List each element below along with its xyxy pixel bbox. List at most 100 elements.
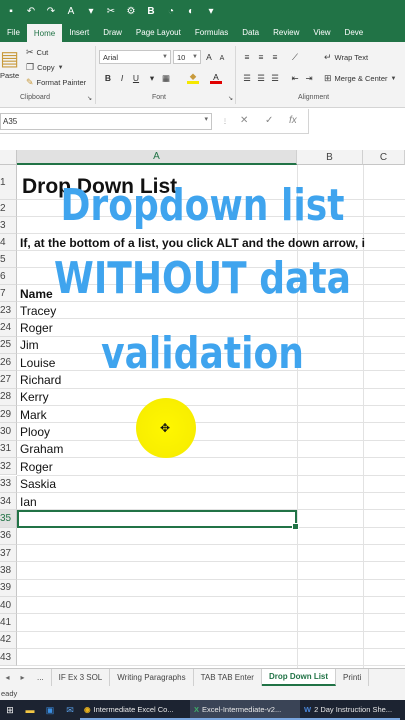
row-header[interactable]: 26 bbox=[0, 354, 17, 372]
row-header[interactable]: 31 bbox=[0, 440, 17, 459]
row-header[interactable]: 43 bbox=[0, 649, 17, 667]
chevron-down-icon[interactable]: ▾ bbox=[146, 72, 158, 84]
sheet-tab[interactable]: Writing Paragraphs bbox=[110, 669, 194, 686]
format-painter-button[interactable]: ✎ Format Painter bbox=[26, 77, 86, 88]
paste-button[interactable]: ▤ Paste bbox=[0, 46, 19, 80]
row-header[interactable]: 34 bbox=[0, 492, 17, 511]
taskbar-app[interactable]: W2 Day Instruction She... bbox=[300, 700, 400, 720]
active-cell[interactable] bbox=[17, 510, 299, 530]
tab-formulas[interactable]: Formulas bbox=[188, 22, 235, 42]
windows-icon[interactable]: ⊞ bbox=[0, 700, 20, 720]
cell-value[interactable]: Ian bbox=[20, 493, 37, 510]
row-header[interactable]: 38 bbox=[0, 562, 17, 580]
row-header[interactable]: 24 bbox=[0, 319, 17, 337]
row-header[interactable]: 40 bbox=[0, 596, 17, 615]
copy-button[interactable]: ❐ Copy ▼ bbox=[26, 62, 64, 73]
align-right-icon[interactable]: ☰ bbox=[269, 72, 281, 84]
row-header[interactable]: 3 bbox=[0, 217, 17, 234]
insert-function-icon[interactable]: fx bbox=[289, 115, 297, 126]
align-bottom-icon[interactable]: ≡ bbox=[269, 51, 281, 63]
row-header[interactable]: 42 bbox=[0, 631, 17, 649]
orientation-icon[interactable]: ⟋ bbox=[289, 51, 301, 63]
mail-icon[interactable]: ✉ bbox=[60, 700, 80, 720]
name-box[interactable]: A35 ▾ bbox=[0, 113, 212, 130]
increase-font-icon[interactable]: A bbox=[203, 51, 215, 63]
row-header[interactable]: 28 bbox=[0, 388, 17, 407]
column-header-c[interactable]: C bbox=[363, 150, 405, 165]
font-size-select[interactable]: 10 ▼ bbox=[173, 50, 201, 64]
cell-value[interactable]: Saskia bbox=[20, 476, 56, 493]
align-top-icon[interactable]: ≡ bbox=[241, 51, 253, 63]
tab-page-layout[interactable]: Page Layout bbox=[129, 22, 188, 42]
taskbar-app[interactable]: ◉ Intermediate Excel Co... bbox=[80, 700, 190, 720]
italic-button[interactable]: I bbox=[116, 72, 128, 84]
align-center-icon[interactable]: ☰ bbox=[255, 72, 267, 84]
align-middle-icon[interactable]: ≡ bbox=[255, 51, 267, 63]
cell-value[interactable]: Plooy bbox=[20, 423, 50, 440]
taskbar-app[interactable]: X Excel-Intermediate-v2... bbox=[190, 700, 300, 720]
row-header[interactable]: 36 bbox=[0, 527, 17, 545]
row-header[interactable]: 27 bbox=[0, 371, 17, 389]
sheet-tab[interactable]: ... bbox=[30, 669, 52, 686]
next-sheet-icon[interactable]: ▸ bbox=[15, 669, 30, 686]
merge-center-button[interactable]: ⊞ Merge & Center ▼ bbox=[324, 73, 396, 84]
save-icon[interactable]: ▪ bbox=[4, 4, 18, 18]
tool-icon[interactable]: ⚙ bbox=[124, 4, 138, 18]
cell-value[interactable]: Graham bbox=[20, 441, 63, 458]
cell-value[interactable]: Kerry bbox=[20, 389, 49, 406]
row-header[interactable]: 37 bbox=[0, 544, 17, 563]
row-header[interactable]: 35 bbox=[0, 510, 17, 528]
increase-indent-icon[interactable]: ⇥ bbox=[303, 72, 315, 84]
row-header[interactable]: 23 bbox=[0, 302, 17, 320]
enter-icon[interactable]: ✓ bbox=[265, 115, 273, 126]
decrease-indent-icon[interactable]: ⇤ bbox=[289, 72, 301, 84]
row-header[interactable]: 7 bbox=[0, 285, 17, 302]
borders-icon[interactable]: ▦ bbox=[160, 72, 172, 84]
wrap-text-button[interactable]: ↵ Wrap Text bbox=[324, 52, 368, 63]
tab-deve[interactable]: Deve bbox=[338, 22, 371, 42]
decrease-font-icon[interactable]: A bbox=[216, 52, 228, 64]
font-name-select[interactable]: Arial ▼ bbox=[99, 50, 171, 64]
row-header[interactable]: 39 bbox=[0, 579, 17, 597]
clock-icon[interactable]: ◔ bbox=[164, 4, 178, 18]
column-header-a[interactable]: A bbox=[17, 150, 297, 165]
tab-data[interactable]: Data bbox=[235, 22, 266, 42]
more-icon[interactable]: ▾ bbox=[204, 4, 218, 18]
row-header[interactable]: 1 bbox=[0, 165, 17, 200]
cut-button[interactable]: ✂ Cut bbox=[26, 47, 48, 58]
font-color-icon[interactable]: A bbox=[210, 72, 222, 84]
sheet-tab[interactable]: TAB TAB Enter bbox=[194, 669, 262, 686]
tab-home[interactable]: Home bbox=[26, 24, 63, 42]
tab-view[interactable]: View bbox=[306, 22, 337, 42]
dialog-launcher-icon[interactable]: ↘ bbox=[228, 95, 233, 102]
theme-icon[interactable]: ◐ bbox=[184, 4, 198, 18]
cell-value[interactable]: If, at the bottom of a list, you click A… bbox=[20, 234, 365, 251]
underline-button[interactable]: U bbox=[130, 72, 142, 84]
sheet-tab[interactable]: Drop Down List bbox=[261, 669, 337, 686]
row-header[interactable]: 29 bbox=[0, 406, 17, 424]
tab-file[interactable]: File bbox=[0, 22, 27, 42]
file-explorer-icon[interactable]: ▬ bbox=[20, 700, 40, 720]
bold-qat-icon[interactable]: B bbox=[144, 4, 158, 18]
cancel-icon[interactable]: ✕ bbox=[240, 115, 248, 126]
row-header[interactable]: 33 bbox=[0, 475, 17, 493]
customize-icon[interactable]: ▾ bbox=[84, 4, 98, 18]
fill-color-icon[interactable]: ◆ bbox=[187, 71, 199, 84]
row-header[interactable]: 30 bbox=[0, 423, 17, 441]
column-header-b[interactable]: B bbox=[297, 150, 363, 165]
bold-button[interactable]: B bbox=[102, 72, 114, 84]
row-header[interactable]: 41 bbox=[0, 614, 17, 632]
select-all-corner[interactable] bbox=[0, 150, 17, 165]
formula-input[interactable] bbox=[308, 109, 405, 134]
sheet-tab[interactable]: IF Ex 3 SOL bbox=[52, 669, 111, 686]
tab-insert[interactable]: Insert bbox=[62, 22, 96, 42]
row-header[interactable]: 5 bbox=[0, 251, 17, 268]
tab-review[interactable]: Review bbox=[266, 22, 306, 42]
row-header[interactable]: 2 bbox=[0, 200, 17, 217]
sheet-tab[interactable]: Printi bbox=[336, 669, 370, 686]
tab-draw[interactable]: Draw bbox=[96, 22, 129, 42]
outlook-icon[interactable]: ▣ bbox=[40, 700, 60, 720]
row-header[interactable]: 25 bbox=[0, 336, 17, 355]
cell-value[interactable]: Roger bbox=[20, 458, 53, 475]
dialog-launcher-icon[interactable]: ↘ bbox=[87, 95, 92, 102]
